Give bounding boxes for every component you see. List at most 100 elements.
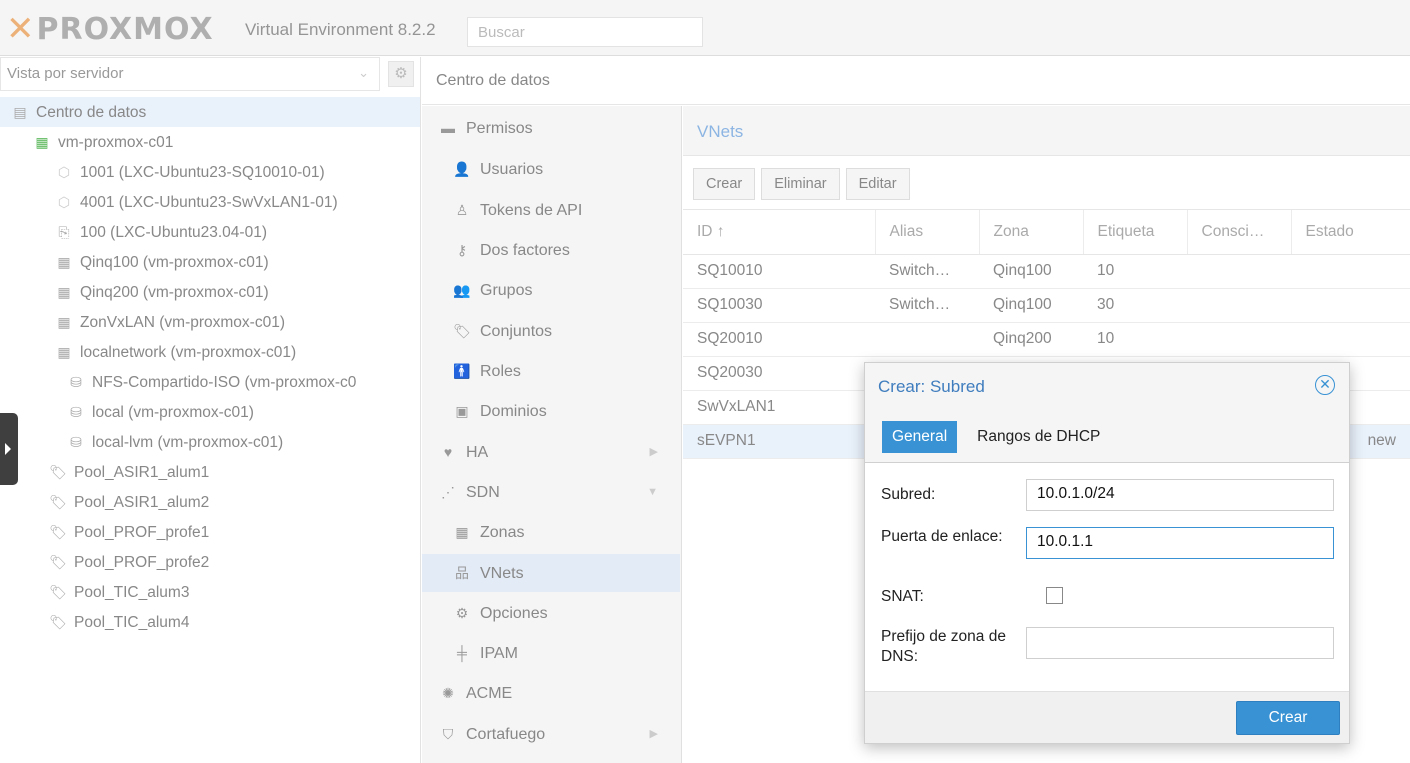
dialog-footer: Crear (865, 691, 1349, 743)
sdn-zone-icon: ▦ (57, 344, 71, 360)
subnet-label: Subred: (881, 486, 936, 503)
tree-node-zone-qinq200[interactable]: ▦ Qinq200 (vm-proxmox-c01) (0, 277, 420, 307)
menu-item-dos-factores[interactable]: ⚷ Dos factores (422, 231, 680, 269)
container-icon: ⬡ (57, 194, 71, 210)
tree-node-datacenter[interactable]: ▤ Centro de datos (0, 97, 420, 127)
tree-node-ct-1001[interactable]: ⬡ 1001 (LXC-Ubuntu23-SQ10010-01) (0, 157, 420, 187)
menu-item-ipam[interactable]: ╪ IPAM (422, 634, 680, 672)
panel-title: VNets (683, 106, 1410, 156)
proxmox-x-icon: ✕ (6, 9, 35, 49)
dns-prefix-field[interactable] (1026, 627, 1334, 659)
menu-item-ha[interactable]: ♥ HA ▶ (422, 433, 680, 471)
gateway-field[interactable]: 10.0.1.1 (1026, 527, 1334, 559)
tab-dhcp-ranges[interactable]: Rangos de DHCP (967, 421, 1110, 453)
tag-icon: 🏷 (49, 584, 67, 600)
container-template-icon: ⎘ (58, 224, 70, 240)
heartbeat-icon: ♥ (443, 444, 453, 460)
table-row[interactable]: SQ10030 Switch… Qinq100 30 (683, 288, 1410, 323)
tree-node-template-100[interactable]: ⎘ 100 (LXC-Ubuntu23.04-01) (0, 217, 420, 247)
chevron-down-icon: ▼ (647, 486, 658, 498)
sdn-zone-icon: ▦ (57, 284, 71, 300)
column-header-zona[interactable]: Zona (979, 210, 1084, 255)
subnet-field[interactable]: 10.0.1.0/24 (1026, 479, 1334, 511)
view-selector-value: Vista por servidor (7, 65, 124, 82)
tree-node-zone-qinq100[interactable]: ▦ Qinq100 (vm-proxmox-c01) (0, 247, 420, 277)
column-header-estado[interactable]: Estado (1291, 210, 1410, 255)
sdn-zone-icon: ▦ (57, 254, 71, 270)
collapse-panel-handle[interactable] (0, 413, 18, 485)
tag-icon: 🏷 (49, 524, 67, 540)
close-icon[interactable]: ✕ (1315, 375, 1335, 395)
tree-node-pool[interactable]: 🏷 Pool_PROF_profe2 (0, 547, 420, 577)
container-icon: ⬡ (57, 164, 71, 180)
snat-row: SNAT: (881, 585, 1336, 609)
column-header-id[interactable]: ID ↑ (683, 210, 876, 255)
menu-item-cortafuego[interactable]: ⛉ Cortafuego ▶ (422, 715, 680, 753)
column-header-etiqueta[interactable]: Etiqueta (1083, 210, 1188, 255)
dialog-header: Crear: Subred ✕ (865, 363, 1349, 409)
tree-node-pool[interactable]: 🏷 Pool_PROF_profe1 (0, 517, 420, 547)
menu-item-sdn[interactable]: ⋰ SDN ▼ (422, 473, 680, 511)
storage-icon: ⛁ (70, 434, 82, 450)
dns-prefix-row: Prefijo de zona de DNS: (881, 627, 1336, 671)
snat-checkbox[interactable] (1046, 587, 1063, 604)
dialog-tabs: General Rangos de DHCP (865, 409, 1349, 463)
tree-node-storage-local[interactable]: ⛁ local (vm-proxmox-c01) (0, 397, 420, 427)
ipam-icon: ╪ (457, 645, 467, 661)
create-button[interactable]: Crear (693, 168, 756, 200)
tree-node-pool[interactable]: 🏷 Pool_TIC_alum3 (0, 577, 420, 607)
menu-item-usuarios[interactable]: 👤 Usuarios (422, 150, 680, 188)
tree-node-server[interactable]: ▦ vm-proxmox-c01 (0, 127, 420, 157)
network-icon: 品 (455, 565, 469, 581)
vnets-toolbar: Crear Eliminar Editar (683, 156, 1410, 210)
menu-item-acme[interactable]: ✺ ACME (422, 674, 680, 712)
search-input[interactable]: Buscar (467, 17, 703, 47)
column-header-alias[interactable]: Alias (875, 210, 980, 255)
menu-item-tokens-api[interactable]: ♙ Tokens de API (422, 191, 680, 229)
grid-icon: ▦ (455, 524, 469, 540)
storage-icon: ⛁ (70, 404, 82, 420)
gateway-label: Puerta de enlace: (881, 528, 1003, 545)
view-selector[interactable]: Vista por servidor ⌄ (0, 57, 380, 91)
menu-item-opciones[interactable]: ⚙ Opciones (422, 594, 680, 632)
tree-node-storage-local-lvm[interactable]: ⛁ local-lvm (vm-proxmox-c01) (0, 427, 420, 457)
chevron-right-icon: ▶ (649, 446, 658, 458)
user-icon: 👤 (453, 161, 471, 177)
tab-general[interactable]: General (882, 421, 958, 453)
tree-node-zone-zonvxlan[interactable]: ▦ ZonVxLAN (vm-proxmox-c01) (0, 307, 420, 337)
tree-node-storage-nfs[interactable]: ⛁ NFS-Compartido-ISO (vm-proxmox-c0 (0, 367, 420, 397)
tree-settings-button[interactable]: ⚙ (388, 61, 414, 87)
gear-icon: ⚙ (455, 605, 469, 621)
tag-icon: 🏷 (49, 494, 67, 510)
menu-item-zonas[interactable]: ▦ Zonas (422, 513, 680, 551)
sdn-icon: ⋰ (441, 484, 455, 500)
menu-item-vnets[interactable]: 品 VNets (422, 554, 680, 592)
tree-node-pool[interactable]: 🏷 Pool_ASIR1_alum1 (0, 457, 420, 487)
tree-node-pool[interactable]: 🏷 Pool_TIC_alum4 (0, 607, 420, 637)
shield-icon: ⛉ (442, 726, 454, 742)
proxmox-logo[interactable]: ✕ PROXMOX (6, 9, 214, 49)
menu-item-conjuntos[interactable]: 🏷 Conjuntos (422, 312, 680, 350)
table-row[interactable]: SQ10010 Switch… Qinq100 10 (683, 254, 1410, 289)
tag-icon: 🏷 (49, 614, 67, 630)
chevron-right-icon: ▶ (649, 728, 658, 740)
table-row[interactable]: SQ20010 Qinq200 10 (683, 322, 1410, 357)
tags-icon: 🏷 (453, 323, 471, 339)
menu-item-grupos[interactable]: 👥 Grupos (422, 271, 680, 309)
subnet-row: Subred: 10.0.1.0/24 (881, 479, 1336, 511)
menu-item-dominios[interactable]: ▣ Dominios (422, 392, 680, 430)
snat-label: SNAT: (881, 588, 924, 605)
column-header-consciente[interactable]: Consci… (1187, 210, 1292, 255)
certificate-icon: ✺ (442, 685, 454, 701)
tree-node-zone-localnetwork[interactable]: ▦ localnetwork (vm-proxmox-c01) (0, 337, 420, 367)
key-icon: ⚷ (456, 242, 468, 258)
server-online-icon: ▦ (35, 134, 49, 150)
tree-node-pool[interactable]: 🏷 Pool_ASIR1_alum2 (0, 487, 420, 517)
table-header-row: ID ↑ Alias Zona Etiqueta Consci… Estado (683, 210, 1410, 255)
create-submit-button[interactable]: Crear (1236, 701, 1340, 735)
menu-item-permisos[interactable]: ▬ Permisos (422, 109, 680, 147)
delete-button[interactable]: Eliminar (761, 168, 840, 200)
menu-item-roles[interactable]: 🚹 Roles (422, 352, 680, 390)
tree-node-ct-4001[interactable]: ⬡ 4001 (LXC-Ubuntu23-SwVxLAN1-01) (0, 187, 420, 217)
edit-button[interactable]: Editar (845, 168, 910, 200)
